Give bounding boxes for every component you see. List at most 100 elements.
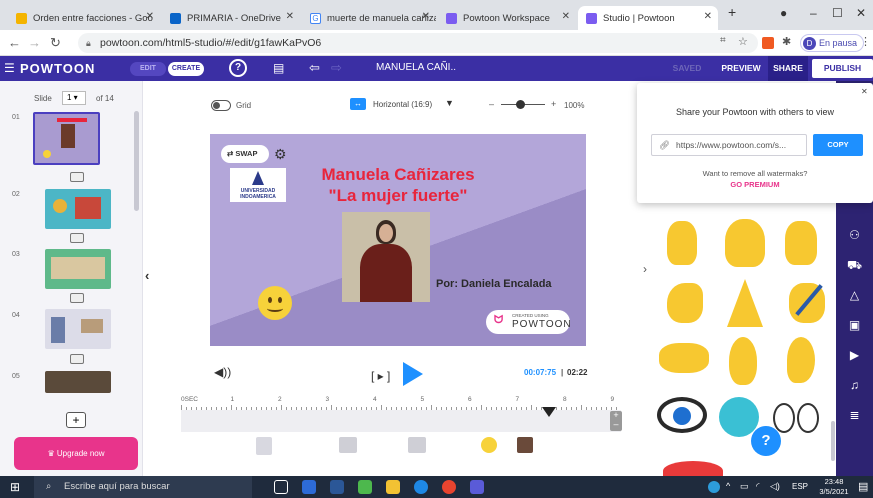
profile-button[interactable]: D En pausa <box>800 34 865 52</box>
notifications-icon[interactable]: ▤ <box>858 480 868 493</box>
share-link-field[interactable]: 🔗︎ https://www.powtoon.com/s... <box>651 134 807 156</box>
zoom-slider-thumb[interactable] <box>516 100 525 109</box>
backgrounds-icon[interactable]: ▣ <box>846 318 863 335</box>
slide-subtitle[interactable]: "La mujer fuerte" <box>210 186 586 206</box>
slide-selector[interactable]: 1 ▾ <box>62 91 86 105</box>
help-chat-button[interactable]: ? <box>751 426 781 456</box>
language-indicator[interactable]: ESP <box>792 482 808 491</box>
go-premium-link[interactable]: GO PREMIUM <box>637 180 873 189</box>
edge-icon[interactable] <box>414 480 428 494</box>
browser-tab-2[interactable]: PRIMARIA - OneDrive ✕ <box>162 6 300 30</box>
timeline-object-title[interactable] <box>339 437 357 453</box>
slide-transition-icon[interactable] <box>70 172 84 182</box>
clock-date[interactable]: 3/5/2021 <box>814 487 854 496</box>
wifi-icon[interactable]: ◜ <box>756 481 760 492</box>
portrait-image[interactable] <box>342 212 430 302</box>
collapse-panel-chevron-icon[interactable]: ‹ <box>145 268 149 283</box>
timeline-object-smiley[interactable] <box>481 437 497 453</box>
slide-thumbnail-5[interactable] <box>45 371 111 393</box>
volume-icon[interactable]: ◀)) <box>214 365 231 379</box>
close-tab-icon[interactable]: ✕ <box>562 11 570 22</box>
maximize-icon[interactable]: ☐ <box>832 6 843 20</box>
voiceover-icon[interactable]: ≣ <box>846 408 863 425</box>
extension-icon[interactable] <box>762 37 774 49</box>
open-hand-emoji[interactable] <box>725 219 765 267</box>
slide-thumbnail-2[interactable] <box>45 189 111 229</box>
dropdown-caret-icon[interactable]: ▼ <box>445 98 454 108</box>
teams-icon[interactable] <box>470 480 484 494</box>
play-scene-button[interactable]: [ ▸ ] <box>371 369 390 383</box>
browser-tab-1[interactable]: Orden entre facciones - Goo ✕ <box>8 6 160 30</box>
document-title[interactable]: MANUELA CAÑI.. <box>376 62 456 73</box>
ear-emoji[interactable] <box>787 337 815 383</box>
close-popover-icon[interactable]: ✕ <box>861 87 868 96</box>
slide-thumbnail-3[interactable] <box>45 249 111 289</box>
app-icon[interactable] <box>358 480 372 494</box>
bookmark-star-icon[interactable]: ☆ <box>738 35 748 48</box>
slide-transition-icon[interactable] <box>70 233 84 243</box>
browser-tab-3[interactable]: G muerte de manuela cañizare ✕ <box>302 6 436 30</box>
slide-transition-icon[interactable] <box>70 293 84 303</box>
browser-tab-4[interactable]: Powtoon Workspace ✕ <box>438 6 576 30</box>
task-view-icon[interactable] <box>274 480 288 494</box>
point-left-emoji[interactable] <box>667 283 703 323</box>
lips-emoji[interactable] <box>663 461 723 476</box>
slide-transition-icon[interactable] <box>70 354 84 364</box>
edit-mode-toggle[interactable]: EDIT <box>130 62 166 76</box>
eyes-emoji[interactable] <box>773 403 795 433</box>
rock-hand-emoji[interactable] <box>667 221 697 265</box>
slide-title[interactable]: Manuela Cañizares <box>210 165 586 185</box>
publish-button[interactable]: PUBLISH <box>812 59 873 78</box>
tray-chevron-icon[interactable]: ^ <box>726 481 730 491</box>
timeline-zoom-control[interactable]: + – <box>610 411 622 431</box>
redo-icon[interactable]: ⇨ <box>331 60 342 76</box>
smiley-emoji[interactable] <box>258 286 292 320</box>
close-tab-icon[interactable]: ✕ <box>286 11 294 22</box>
swap-button[interactable]: ⇄ SWAP <box>221 145 269 163</box>
create-mode-toggle[interactable]: CREATE <box>168 62 204 76</box>
timeline-object-portrait[interactable] <box>517 437 533 453</box>
preview-button[interactable]: PREVIEW <box>718 56 764 81</box>
timeline-object-byline[interactable] <box>408 437 426 453</box>
browser-tab-5-active[interactable]: Studio | Powtoon ✕ <box>578 6 718 30</box>
back-icon[interactable]: ← <box>8 35 21 50</box>
share-button[interactable]: SHARE <box>768 56 808 81</box>
zoom-app-icon[interactable] <box>302 480 316 494</box>
forward-icon[interactable]: → <box>28 35 41 50</box>
grid-toggle[interactable] <box>211 100 231 111</box>
handshake-emoji[interactable] <box>659 343 709 373</box>
music-icon[interactable]: ♫ <box>846 378 863 395</box>
windows-start-icon[interactable]: ⊞ <box>10 480 20 494</box>
chrome-icon[interactable] <box>442 480 456 494</box>
zoom-out-icon[interactable]: – <box>489 99 494 109</box>
add-slide-button[interactable]: + <box>66 412 86 428</box>
slide-byline[interactable]: Por: Daniela Encalada <box>436 278 552 290</box>
taskbar-search[interactable]: ⌕ Escribe aquí para buscar <box>34 476 252 498</box>
emoji-scrollbar[interactable] <box>831 421 835 461</box>
translate-icon[interactable]: ⌗ <box>720 35 726 46</box>
orientation-dropdown[interactable]: Horizontal (16:9) <box>373 100 432 109</box>
nose-emoji[interactable] <box>729 337 757 385</box>
notes-icon[interactable]: ▤ <box>273 61 284 75</box>
copy-button[interactable]: COPY <box>813 134 863 156</box>
video-icon[interactable]: ▶ <box>846 348 863 365</box>
love-you-hand-emoji[interactable] <box>785 221 817 265</box>
upgrade-button[interactable]: ♛ Upgrade now <box>14 437 138 470</box>
expand-panel-chevron-icon[interactable]: › <box>643 262 647 276</box>
reload-icon[interactable]: ↻ <box>50 35 61 51</box>
help-icon[interactable]: ? <box>229 59 247 77</box>
settings-gear-icon[interactable]: ⚙ <box>274 146 287 163</box>
timeline-playhead[interactable] <box>542 407 556 417</box>
panel-scrollbar[interactable] <box>134 111 139 211</box>
menu-kebab-icon[interactable]: ⋮ <box>860 35 871 48</box>
file-explorer-icon[interactable] <box>386 480 400 494</box>
speaker-icon[interactable]: ◁) <box>770 481 780 492</box>
menu-icon[interactable]: ☰ <box>4 61 15 75</box>
minimize-icon[interactable]: – <box>810 6 817 20</box>
people-tray-icon[interactable] <box>708 481 720 493</box>
eyes-emoji[interactable] <box>797 403 819 433</box>
zoom-in-icon[interactable]: + <box>551 99 556 109</box>
slide-thumbnail-4[interactable] <box>45 309 111 349</box>
close-tab-icon[interactable]: ✕ <box>704 11 712 22</box>
praying-hands-emoji[interactable] <box>727 279 763 327</box>
